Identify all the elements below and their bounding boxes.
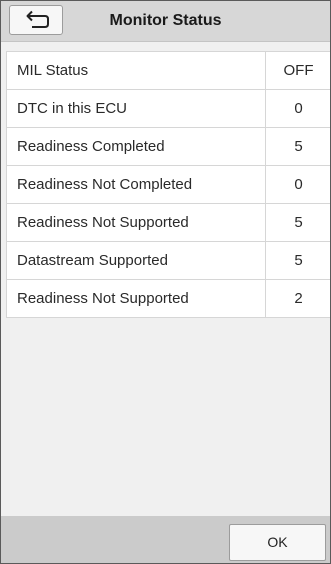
- row-value: OFF: [283, 62, 314, 79]
- row-value: 5: [294, 252, 303, 269]
- monitor-status-table: MIL Status OFF DTC in this ECU 0 Readine…: [6, 51, 330, 318]
- row-label: DTC in this ECU: [7, 90, 266, 127]
- row-value: 2: [294, 290, 303, 307]
- table-row: Datastream Supported 5: [7, 242, 330, 280]
- row-label: MIL Status: [7, 52, 266, 89]
- return-arrow-icon: [26, 10, 49, 28]
- table-row: DTC in this ECU 0: [7, 90, 330, 128]
- app-window: Monitor Status MIL Status OFF DTC in thi…: [0, 0, 331, 564]
- ok-button[interactable]: OK: [229, 524, 326, 561]
- row-value: 5: [294, 138, 303, 155]
- table-row: Readiness Not Supported 5: [7, 204, 330, 242]
- row-label: Readiness Not Supported: [7, 204, 266, 241]
- header-bar: Monitor Status: [1, 1, 330, 42]
- footer-bar: OK: [1, 516, 330, 563]
- back-button[interactable]: [9, 5, 63, 35]
- row-value: 0: [294, 100, 303, 117]
- row-value: 5: [294, 214, 303, 231]
- table-row: Readiness Not Supported 2: [7, 280, 330, 318]
- row-label: Readiness Not Supported: [7, 280, 266, 317]
- row-label: Readiness Completed: [7, 128, 266, 165]
- row-label: Readiness Not Completed: [7, 166, 266, 203]
- row-label: Datastream Supported: [7, 242, 266, 279]
- row-value: 0: [294, 176, 303, 193]
- table-row: Readiness Not Completed 0: [7, 166, 330, 204]
- table-row: Readiness Completed 5: [7, 128, 330, 166]
- table-row: MIL Status OFF: [7, 52, 330, 90]
